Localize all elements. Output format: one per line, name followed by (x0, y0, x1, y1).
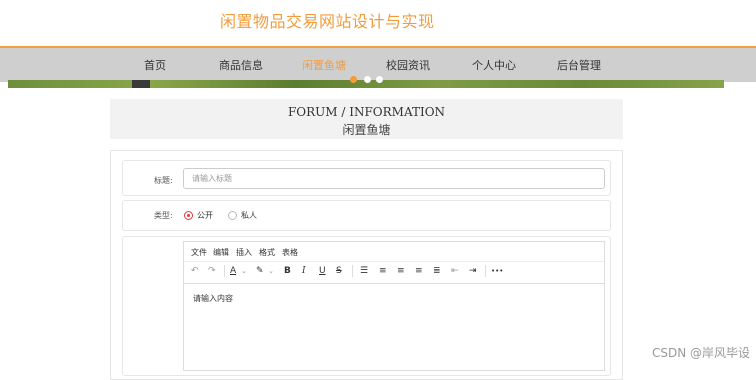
menu-format[interactable]: 格式 (259, 247, 275, 258)
menu-table[interactable]: 表格 (282, 247, 298, 258)
chevron-down-icon[interactable]: ⌄ (268, 265, 274, 277)
title-input[interactable] (183, 168, 605, 189)
toolbar-divider (485, 265, 486, 277)
radio-unchecked-icon (228, 211, 237, 220)
nav-admin[interactable]: 后台管理 (557, 57, 601, 73)
carousel-dot[interactable] (364, 76, 371, 83)
heading-chinese: 闲置鱼塘 (342, 123, 391, 137)
more-options-icon[interactable]: ••• (491, 265, 503, 277)
heading-english: FORUM / INFORMATION (287, 105, 446, 119)
outdent-icon[interactable]: ⇤ (451, 265, 459, 277)
section-heading: FORUM / INFORMATION 闲置鱼塘 (110, 99, 623, 139)
nav-home[interactable]: 首页 (144, 57, 166, 73)
carousel-dot[interactable] (350, 76, 357, 83)
redo-icon[interactable]: ↷ (208, 265, 216, 277)
nav-news[interactable]: 校园资讯 (386, 57, 430, 73)
strikethrough-icon[interactable]: S (336, 265, 342, 277)
underline-icon[interactable]: U (319, 265, 326, 277)
site-title: 闲置物品交易网站设计与实现 (220, 12, 435, 31)
editor-content-area[interactable]: 请输入内容 (193, 293, 233, 304)
radio-public-label: 公开 (197, 211, 213, 220)
radio-private[interactable]: 私人 (228, 210, 257, 221)
toolbar-divider (224, 265, 225, 277)
menu-file[interactable]: 文件 (191, 247, 207, 258)
rich-text-editor: 文件 编辑 插入 格式 表格 ↶ ↷ A ⌄ ✎ ⌄ B I U S ☰ ≡ ≡… (183, 241, 605, 371)
nav-profile[interactable]: 个人中心 (472, 57, 516, 73)
italic-icon[interactable]: I (302, 265, 306, 277)
chevron-down-icon[interactable]: ⌄ (241, 265, 247, 277)
editor-toolbar: ↶ ↷ A ⌄ ✎ ⌄ B I U S ☰ ≡ ≡ ≡ ≣ ⇤ ⇥ ••• (184, 261, 604, 284)
menu-edit[interactable]: 编辑 (213, 247, 229, 258)
toolbar-divider (352, 265, 353, 277)
radio-private-label: 私人 (241, 211, 257, 220)
justify-icon[interactable]: ≣ (433, 265, 441, 277)
font-color-icon[interactable]: A (230, 265, 236, 277)
undo-icon[interactable]: ↶ (191, 265, 199, 277)
radio-public[interactable]: 公开 (184, 210, 213, 221)
menu-insert[interactable]: 插入 (236, 247, 252, 258)
align-left-icon[interactable]: ≡ (379, 265, 387, 277)
editor-menubar: 文件 编辑 插入 格式 表格 (184, 242, 604, 262)
banner-detail (132, 80, 150, 88)
align-center-icon[interactable]: ≡ (397, 265, 405, 277)
bold-icon[interactable]: B (284, 265, 291, 277)
nav-forum[interactable]: 闲置鱼塘 (302, 57, 346, 73)
align-right-icon[interactable]: ≡ (415, 265, 423, 277)
highlight-icon[interactable]: ✎ (256, 265, 264, 277)
carousel-dot[interactable] (376, 76, 383, 83)
watermark: CSDN @岸风毕设 (651, 346, 750, 360)
bullet-list-icon[interactable]: ☰ (360, 265, 368, 277)
title-label: 标题: (154, 176, 173, 185)
type-label: 类型: (154, 211, 173, 220)
radio-checked-icon (184, 211, 193, 220)
indent-icon[interactable]: ⇥ (469, 265, 477, 277)
nav-products[interactable]: 商品信息 (219, 57, 263, 73)
